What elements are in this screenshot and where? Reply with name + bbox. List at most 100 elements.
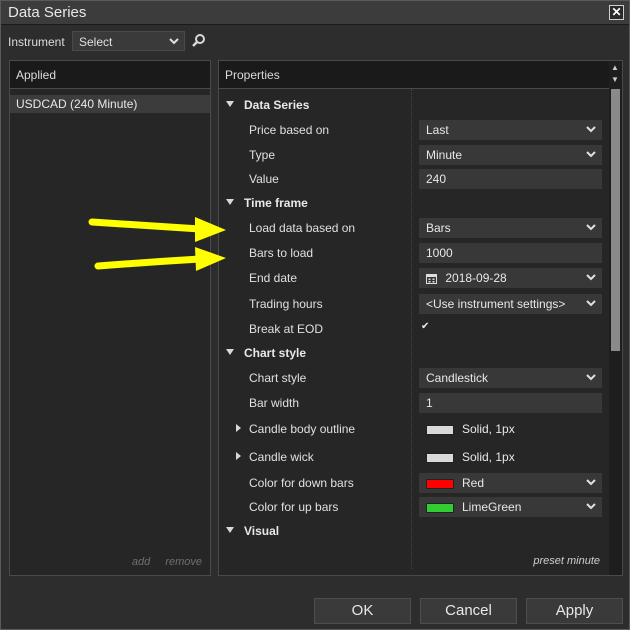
prop-row-value: Value 240: [219, 167, 609, 191]
chevron-down-icon: [585, 498, 597, 517]
applied-item[interactable]: USDCAD (240 Minute): [10, 95, 210, 113]
category-data-series[interactable]: Data Series: [219, 94, 609, 116]
load-data-based-on-select[interactable]: Bars: [419, 218, 602, 238]
type-select[interactable]: Minute: [419, 145, 602, 165]
title-bar: Data Series ✕: [1, 1, 629, 25]
break-at-eod-checkbox[interactable]: ✔: [421, 322, 432, 333]
instrument-label: Instrument: [8, 35, 65, 49]
color-swatch: [426, 424, 454, 435]
candle-wick-value[interactable]: Solid, 1px: [419, 447, 602, 467]
chevron-down-icon: [585, 295, 597, 314]
color-swatch: [426, 502, 454, 513]
prop-row-candle-wick[interactable]: Candle wick Solid, 1px: [219, 445, 609, 469]
bar-width-input[interactable]: 1: [419, 393, 602, 413]
prop-label: Candle body outline: [249, 422, 356, 436]
prop-value: Candlestick: [426, 371, 489, 385]
bars-to-load-input[interactable]: 1000: [419, 243, 602, 263]
scroll-up-icon[interactable]: ▲: [611, 63, 619, 72]
color-up-bars-select[interactable]: LimeGreen: [419, 497, 602, 517]
scrollbar-thumb[interactable]: [611, 89, 620, 351]
prop-label: Color for up bars: [249, 500, 339, 514]
chevron-down-icon: [585, 269, 597, 288]
scroll-down-icon[interactable]: ▼: [611, 75, 619, 84]
prop-row-chart-style: Chart style Candlestick: [219, 366, 609, 390]
collapse-triangle-icon: [226, 527, 234, 533]
prop-value: Solid, 1px: [462, 422, 515, 436]
window-title: Data Series: [8, 4, 87, 21]
prop-value: 2018-09-28: [445, 271, 507, 285]
prop-row-bar-width: Bar width 1: [219, 391, 609, 415]
prop-label: Candle wick: [249, 450, 314, 464]
prop-row-candle-body-outline[interactable]: Candle body outline Solid, 1px: [219, 417, 609, 441]
prop-label: Bars to load: [249, 246, 314, 260]
instrument-select-value: Select: [79, 35, 113, 49]
prop-label: Type: [249, 148, 276, 162]
prop-value: <Use instrument settings>: [426, 297, 566, 311]
prop-label: Price based on: [249, 123, 330, 137]
trading-hours-select[interactable]: <Use instrument settings>: [419, 294, 602, 314]
collapse-triangle-icon: [226, 199, 234, 205]
category-time-frame[interactable]: Time frame: [219, 192, 609, 214]
prop-value: Bars: [426, 221, 451, 235]
prop-row-bars-to-load: Bars to load 1000: [219, 241, 609, 265]
chevron-down-icon: [585, 219, 597, 238]
prop-row-type: Type Minute: [219, 143, 609, 167]
price-based-on-select[interactable]: Last: [419, 120, 602, 140]
applied-footer: add remove: [120, 556, 202, 568]
prop-row-break-at-eod: Break at EOD ✔: [219, 317, 609, 341]
prop-value: 1000: [426, 246, 453, 260]
category-label: Visual: [244, 524, 280, 538]
chevron-down-icon: [169, 34, 179, 51]
instrument-select[interactable]: Select: [72, 31, 185, 51]
color-down-bars-select[interactable]: Red: [419, 473, 602, 493]
chart-style-select[interactable]: Candlestick: [419, 368, 602, 388]
end-date-picker[interactable]: 2018-09-28: [419, 268, 602, 288]
prop-value: Red: [462, 476, 485, 490]
close-button[interactable]: ✕: [609, 5, 624, 20]
ok-button[interactable]: OK: [314, 598, 411, 624]
prop-value: 1: [426, 396, 433, 410]
properties-header: Properties: [219, 61, 609, 89]
apply-button[interactable]: Apply: [526, 598, 623, 624]
prop-value: LimeGreen: [462, 500, 522, 514]
collapse-triangle-icon: [226, 349, 234, 355]
prop-row-price-based-on: Price based on Last: [219, 118, 609, 142]
add-link[interactable]: add: [132, 556, 150, 568]
candle-body-outline-value[interactable]: Solid, 1px: [419, 419, 602, 439]
properties-panel: Properties Data Series Price based on La…: [218, 60, 623, 576]
value-input[interactable]: 240: [419, 169, 602, 189]
expand-triangle-icon[interactable]: [236, 424, 241, 432]
prop-value: Last: [426, 123, 449, 137]
category-visual[interactable]: Visual: [219, 520, 609, 542]
prop-row-color-down-bars: Color for down bars Red: [219, 471, 609, 495]
chevron-down-icon: [585, 474, 597, 493]
close-icon: ✕: [611, 5, 622, 19]
search-icon[interactable]: [191, 33, 207, 49]
prop-label: Load data based on: [249, 221, 356, 235]
chevron-down-icon: [585, 121, 597, 140]
prop-label: End date: [249, 271, 298, 285]
category-label: Chart style: [244, 346, 307, 360]
color-swatch: [426, 478, 454, 489]
expand-triangle-icon[interactable]: [236, 452, 241, 460]
cancel-button[interactable]: Cancel: [420, 598, 517, 624]
remove-link[interactable]: remove: [165, 556, 202, 568]
chevron-down-icon: [585, 369, 597, 388]
category-label: Time frame: [244, 196, 308, 210]
prop-label: Chart style: [249, 371, 307, 385]
applied-panel: Applied USDCAD (240 Minute) add remove: [9, 60, 211, 576]
category-chart-style[interactable]: Chart style: [219, 342, 609, 364]
prop-label: Color for down bars: [249, 476, 354, 490]
prop-row-trading-hours: Trading hours <Use instrument settings>: [219, 292, 609, 316]
prop-row-load-data-based-on: Load data based on Bars: [219, 216, 609, 240]
collapse-triangle-icon: [226, 101, 234, 107]
prop-row-end-date: End date 2018-09-28: [219, 266, 609, 290]
category-label: Data Series: [244, 98, 310, 112]
prop-value: Solid, 1px: [462, 450, 515, 464]
prop-label: Value: [249, 172, 279, 186]
preset-link[interactable]: preset minute: [533, 555, 600, 567]
prop-label: Break at EOD: [249, 322, 324, 336]
properties-scrollbar[interactable]: ▲ ▼: [609, 61, 622, 575]
prop-value: 240: [426, 172, 447, 186]
color-swatch: [426, 452, 454, 463]
